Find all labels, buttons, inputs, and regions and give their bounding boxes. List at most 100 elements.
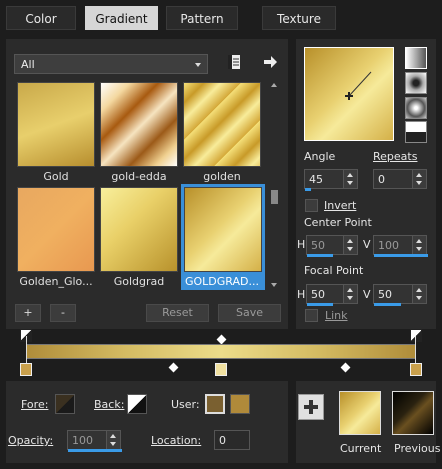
center-h-level-bar: [307, 254, 333, 257]
gradient-thumb-gold-edda[interactable]: [100, 82, 178, 167]
tab-texture[interactable]: Texture: [262, 6, 336, 30]
color-midpoint-marker-2[interactable]: [340, 362, 351, 373]
center-h-value: 50: [311, 239, 325, 252]
gradient-label-goldgrad-selected: GOLDGRAD...: [185, 275, 259, 288]
center-v-label: V: [363, 238, 371, 251]
repeats-spin-arrows[interactable]: [412, 170, 426, 188]
user-color-swatch-2[interactable]: [230, 394, 250, 414]
location-field[interactable]: 0: [214, 430, 250, 450]
user-label: User:: [171, 398, 200, 411]
tab-pattern[interactable]: Pattern: [166, 6, 238, 30]
focal-v-spinner[interactable]: 50: [373, 284, 427, 306]
add-to-swatches-button[interactable]: [298, 394, 324, 420]
center-v-value: 100: [378, 239, 399, 252]
chevron-down-icon: [195, 63, 201, 67]
gradient-angle-preview[interactable]: [304, 47, 394, 141]
color-midpoint-marker-1[interactable]: [168, 362, 179, 373]
save-button[interactable]: Save: [218, 304, 281, 322]
focal-h-level-bar: [307, 303, 333, 306]
current-preview-swatch: [339, 391, 381, 435]
bar-guide-left: [26, 336, 27, 366]
scroll-down-icon[interactable]: [271, 283, 277, 287]
center-h-spinner[interactable]: 50: [306, 235, 358, 257]
remove-stop-button[interactable]: -: [50, 304, 76, 322]
center-point-label: Center Point: [304, 216, 372, 229]
center-v-spin-arrows[interactable]: [412, 236, 426, 254]
add-stop-button[interactable]: +: [15, 304, 41, 322]
gradient-edit-bar[interactable]: [26, 344, 416, 359]
library-scrollbar[interactable]: [270, 82, 279, 288]
color-stop-middle[interactable]: [215, 363, 227, 376]
arrow-right-icon[interactable]: [262, 54, 278, 70]
center-v-spinner[interactable]: 100: [373, 235, 428, 257]
back-label: Back:: [94, 398, 125, 411]
gradient-label-golden-glo: Golden_Glo...: [19, 275, 93, 288]
angle-spinner[interactable]: 45: [304, 169, 358, 191]
invert-label: Invert: [324, 199, 357, 212]
center-v-level-bar: [374, 254, 428, 257]
focal-h-value: 50: [311, 288, 325, 301]
gradient-label-golden: golden: [203, 170, 241, 183]
scroll-up-icon[interactable]: [271, 83, 277, 87]
category-filter-dropdown[interactable]: All: [14, 54, 208, 74]
angle-spin-arrows[interactable]: [343, 170, 357, 188]
angle-level-bar: [305, 188, 311, 191]
linear-style-button[interactable]: [405, 47, 427, 69]
opacity-level-bar: [68, 449, 122, 452]
angle-value: 45: [309, 173, 323, 186]
radial-style-button[interactable]: [405, 121, 427, 143]
current-label: Current: [340, 442, 382, 455]
focal-point-label: Focal Point: [304, 264, 364, 277]
center-h-spin-arrows[interactable]: [343, 236, 357, 254]
color-stop-right[interactable]: [410, 363, 422, 376]
opacity-spin-arrows[interactable]: [106, 431, 120, 449]
gradient-thumb-golden-glo[interactable]: [17, 187, 95, 272]
user-color-swatch-1[interactable]: [205, 394, 225, 414]
gradient-thumb-goldgrad[interactable]: [100, 187, 178, 272]
focal-v-level-bar: [374, 303, 401, 306]
gradient-thumb-golden[interactable]: [183, 82, 261, 167]
tab-color[interactable]: Color: [6, 6, 76, 30]
link-checkbox[interactable]: [305, 309, 318, 322]
tab-gradient[interactable]: Gradient: [85, 6, 158, 30]
angle-label: Angle: [304, 150, 336, 163]
plus-icon: [304, 400, 318, 414]
location-label: Location:: [151, 434, 202, 447]
bar-guide-right: [415, 336, 416, 366]
color-stop-left[interactable]: [20, 363, 32, 376]
gradient-thumb-goldgrad-selected[interactable]: [184, 187, 262, 272]
gradient-label-gold-edda: gold-edda: [111, 170, 167, 183]
repeats-spinner[interactable]: 0: [373, 169, 427, 189]
previous-preview-swatch[interactable]: [392, 391, 434, 435]
opacity-spinner[interactable]: 100: [67, 430, 122, 452]
link-label: Link: [325, 309, 348, 322]
sunburst-style-button[interactable]: [405, 97, 427, 119]
transparency-midpoint-marker[interactable]: [216, 334, 227, 345]
back-color-swatch[interactable]: [127, 394, 147, 414]
location-value: 0: [219, 434, 226, 447]
focal-v-spin-arrows[interactable]: [412, 285, 426, 303]
fore-label: Fore:: [21, 398, 49, 411]
gradient-thumb-gold[interactable]: [17, 82, 95, 167]
previous-label: Previous: [394, 442, 441, 455]
transparency-stop-right[interactable]: [410, 329, 422, 342]
library-menu-icon[interactable]: [226, 54, 242, 70]
focal-h-label: H: [297, 288, 306, 301]
repeats-value: 0: [378, 173, 385, 186]
opacity-label: Opacity:: [8, 434, 54, 447]
focal-v-value: 50: [378, 288, 392, 301]
focal-h-spin-arrows[interactable]: [343, 285, 357, 303]
category-filter-value: All: [21, 58, 35, 71]
opacity-value: 100: [72, 434, 93, 447]
gradient-label-gold: Gold: [43, 170, 69, 183]
focal-h-spinner[interactable]: 50: [306, 284, 358, 306]
invert-checkbox[interactable]: [305, 199, 318, 212]
repeats-label: Repeats: [373, 150, 418, 163]
scrollbar-thumb[interactable]: [271, 190, 278, 204]
reset-button[interactable]: Reset: [146, 304, 209, 322]
fore-color-swatch[interactable]: [55, 394, 75, 414]
gradient-label-goldgrad: Goldgrad: [113, 275, 165, 288]
rectangular-style-button[interactable]: [405, 72, 427, 94]
focal-v-label: V: [363, 288, 371, 301]
center-h-label: H: [297, 238, 306, 251]
